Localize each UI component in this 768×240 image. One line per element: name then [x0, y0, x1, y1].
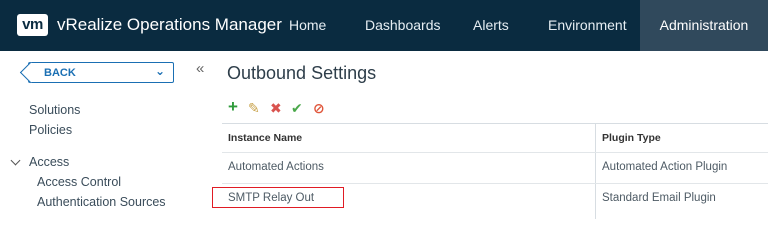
- nav-home[interactable]: Home: [289, 0, 326, 51]
- app-title: vRealize Operations Manager: [57, 15, 282, 34]
- back-button-label: BACK: [44, 67, 76, 79]
- selection-highlight-box: [212, 187, 344, 208]
- plugin-type-cell: Automated Action Plugin: [602, 161, 728, 173]
- collapse-sidebar-icon[interactable]: «: [196, 60, 204, 77]
- sidebar-item-solutions[interactable]: Solutions: [29, 103, 80, 117]
- test-icon[interactable]: ✔: [291, 100, 303, 117]
- nav-alerts[interactable]: Alerts: [473, 0, 509, 51]
- instance-name-cell: Automated Actions: [228, 161, 324, 173]
- sidebar-group-access[interactable]: Access: [29, 155, 69, 169]
- vmware-logo: vm: [17, 14, 48, 36]
- chevron-down-icon[interactable]: [10, 155, 21, 166]
- sidebar-item-authentication-sources[interactable]: Authentication Sources: [37, 195, 166, 209]
- sidebar: BACK ⌄ « Solutions Policies Access Acces…: [0, 51, 215, 218]
- column-divider[interactable]: [595, 124, 596, 219]
- nav-administration[interactable]: Administration: [640, 0, 768, 51]
- header-divider: [222, 152, 768, 153]
- outbound-settings-table: Instance Name Plugin Type Automated Acti…: [222, 123, 768, 219]
- disable-icon[interactable]: ⊘: [313, 100, 325, 117]
- page-title: Outbound Settings: [227, 63, 377, 83]
- nav-environment[interactable]: Environment: [548, 0, 627, 51]
- back-button[interactable]: BACK ⌄: [19, 61, 174, 84]
- row-divider: [222, 183, 768, 184]
- top-header: vm vRealize Operations Manager Home Dash…: [0, 0, 768, 51]
- add-icon[interactable]: +: [228, 97, 238, 117]
- edit-icon[interactable]: ✎: [248, 100, 260, 117]
- plugin-type-cell: Standard Email Plugin: [602, 192, 716, 204]
- chevron-down-icon[interactable]: ⌄: [155, 64, 165, 78]
- sidebar-item-policies[interactable]: Policies: [29, 123, 72, 137]
- nav-dashboards[interactable]: Dashboards: [365, 0, 441, 51]
- back-arrow-icon: [19, 61, 42, 84]
- delete-icon[interactable]: ✖: [270, 100, 282, 117]
- sidebar-item-access-control[interactable]: Access Control: [37, 175, 121, 189]
- column-header-plugin-type[interactable]: Plugin Type: [602, 124, 661, 152]
- column-header-instance-name[interactable]: Instance Name: [228, 124, 302, 152]
